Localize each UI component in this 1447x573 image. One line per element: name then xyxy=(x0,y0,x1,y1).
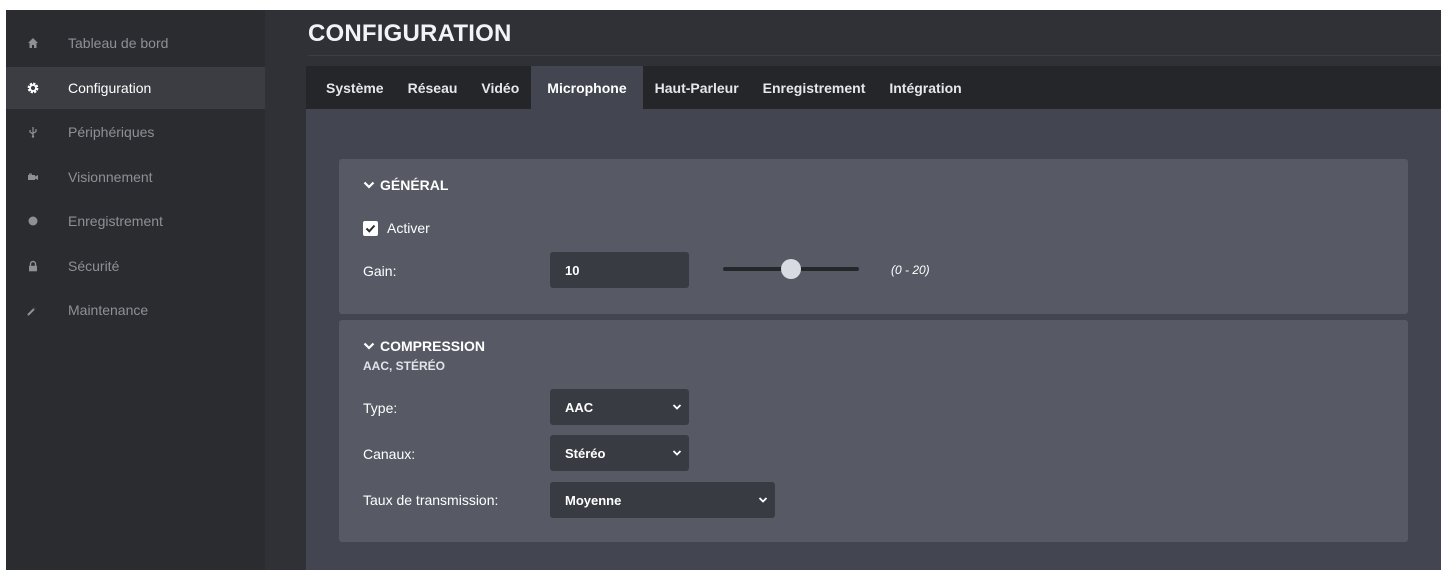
sidebar: Tableau de bord Configuration Périphériq… xyxy=(6,10,265,570)
sidebar-item-viewing[interactable]: Visionnement xyxy=(6,156,265,198)
tab-recording[interactable]: Enregistrement xyxy=(751,66,878,109)
gain-range-hint: (0 - 20) xyxy=(891,263,930,277)
channels-label: Canaux: xyxy=(363,446,416,462)
enable-label: Activer xyxy=(387,220,430,236)
gain-label: Gain: xyxy=(363,263,397,279)
channels-select[interactable]: Stéréo xyxy=(550,435,689,471)
gain-slider-thumb[interactable] xyxy=(781,259,801,279)
tab-network[interactable]: Réseau xyxy=(396,66,470,109)
chevron-down-icon xyxy=(758,497,768,503)
sidebar-item-label: Configuration xyxy=(68,80,152,96)
sidebar-item-security[interactable]: Sécurité xyxy=(6,245,265,287)
type-select[interactable]: AAC xyxy=(550,389,689,425)
type-label: Type: xyxy=(363,400,398,416)
record-icon xyxy=(26,214,40,228)
main-area: CONFIGURATION Système Réseau Vidéo Micro… xyxy=(265,10,1441,570)
page-title: CONFIGURATION xyxy=(308,20,512,47)
gain-slider[interactable] xyxy=(723,259,859,279)
sidebar-item-maintenance[interactable]: Maintenance xyxy=(6,289,265,331)
sidebar-item-label: Visionnement xyxy=(68,169,153,185)
compression-panel-title: COMPRESSION xyxy=(380,338,486,354)
bitrate-label: Taux de transmission: xyxy=(363,492,499,508)
chevron-down-icon xyxy=(672,450,682,456)
tab-bar: Système Réseau Vidéo Microphone Haut-Par… xyxy=(306,66,1441,109)
chevron-down-icon xyxy=(672,404,682,410)
app-window: Tableau de bord Configuration Périphériq… xyxy=(6,10,1441,570)
camera-icon xyxy=(26,170,40,184)
sidebar-item-configuration[interactable]: Configuration xyxy=(6,67,265,109)
sidebar-item-label: Maintenance xyxy=(68,302,149,318)
enable-row: Activer xyxy=(363,220,430,236)
gain-input[interactable]: 10 xyxy=(550,252,689,288)
bitrate-select[interactable]: Moyenne xyxy=(550,482,775,518)
compression-panel: COMPRESSION AAC, STÉRÉO Type: AAC Canaux… xyxy=(339,320,1408,542)
tab-video[interactable]: Vidéo xyxy=(469,66,531,109)
type-select-value: AAC xyxy=(565,399,594,415)
home-icon xyxy=(26,36,40,50)
compression-summary: AAC, STÉRÉO xyxy=(363,359,446,373)
tab-content: GÉNÉRAL Activer Gain: 10 (0 - 20) COMPRE… xyxy=(306,109,1441,570)
sidebar-item-recording[interactable]: Enregistrement xyxy=(6,200,265,242)
tab-system[interactable]: Système xyxy=(306,66,396,109)
bitrate-select-value: Moyenne xyxy=(565,492,622,508)
enable-checkbox[interactable] xyxy=(363,220,378,236)
gear-icon xyxy=(26,81,40,95)
wrench-icon xyxy=(26,303,40,317)
lock-icon xyxy=(26,259,40,273)
title-divider xyxy=(308,55,1441,56)
tab-microphone[interactable]: Microphone xyxy=(531,66,643,109)
checkmark-icon xyxy=(365,224,376,233)
tab-integration[interactable]: Intégration xyxy=(877,66,973,109)
chevron-down-icon xyxy=(363,181,375,189)
sidebar-item-dashboard[interactable]: Tableau de bord xyxy=(6,22,265,64)
tab-speaker[interactable]: Haut-Parleur xyxy=(643,66,751,109)
general-panel: GÉNÉRAL Activer Gain: 10 (0 - 20) xyxy=(339,159,1408,314)
sidebar-item-peripherals[interactable]: Périphériques xyxy=(6,111,265,153)
chevron-down-icon xyxy=(363,342,375,350)
general-panel-header[interactable]: GÉNÉRAL xyxy=(363,177,448,193)
general-panel-title: GÉNÉRAL xyxy=(380,177,449,193)
sidebar-item-label: Sécurité xyxy=(68,258,120,274)
sidebar-item-label: Périphériques xyxy=(68,124,155,140)
compression-panel-header[interactable]: COMPRESSION xyxy=(363,338,485,354)
channels-select-value: Stéréo xyxy=(565,445,606,461)
usb-icon xyxy=(26,125,40,139)
sidebar-item-label: Tableau de bord xyxy=(68,35,169,51)
sidebar-item-label: Enregistrement xyxy=(68,213,163,229)
